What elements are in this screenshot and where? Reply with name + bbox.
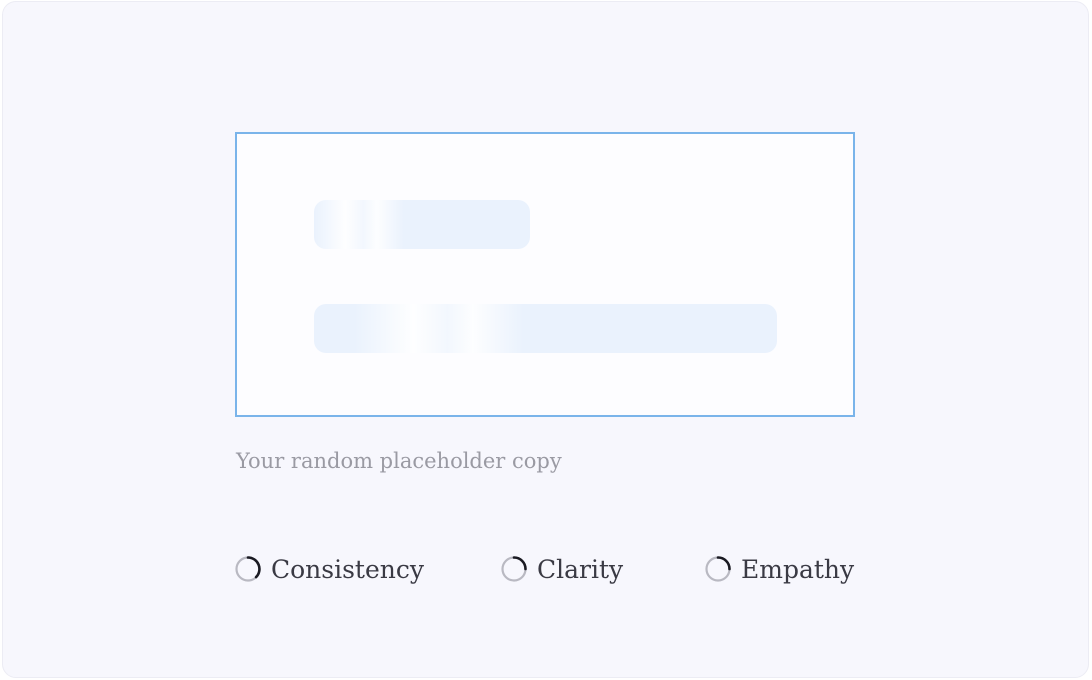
placeholder-caption: Your random placeholder copy [236,449,562,473]
skeleton-shimmer [314,200,404,249]
loader-label: Empathy [741,554,855,584]
skeleton-shimmer [354,304,524,353]
loader-item-clarity: Clarity [501,549,623,589]
skeleton-card [235,132,855,417]
loader-item-consistency: Consistency [235,549,424,589]
loading-spinner-icon [705,556,731,582]
loader-list: Consistency Clarity Empathy [235,549,875,589]
loading-spinner-icon [501,556,527,582]
loader-label: Consistency [271,554,425,584]
skeleton-bar-long [314,304,777,353]
loading-spinner-icon [235,556,261,582]
loader-label: Clarity [537,554,624,584]
skeleton-bar-short [314,200,530,249]
loader-item-empathy: Empathy [705,549,854,589]
